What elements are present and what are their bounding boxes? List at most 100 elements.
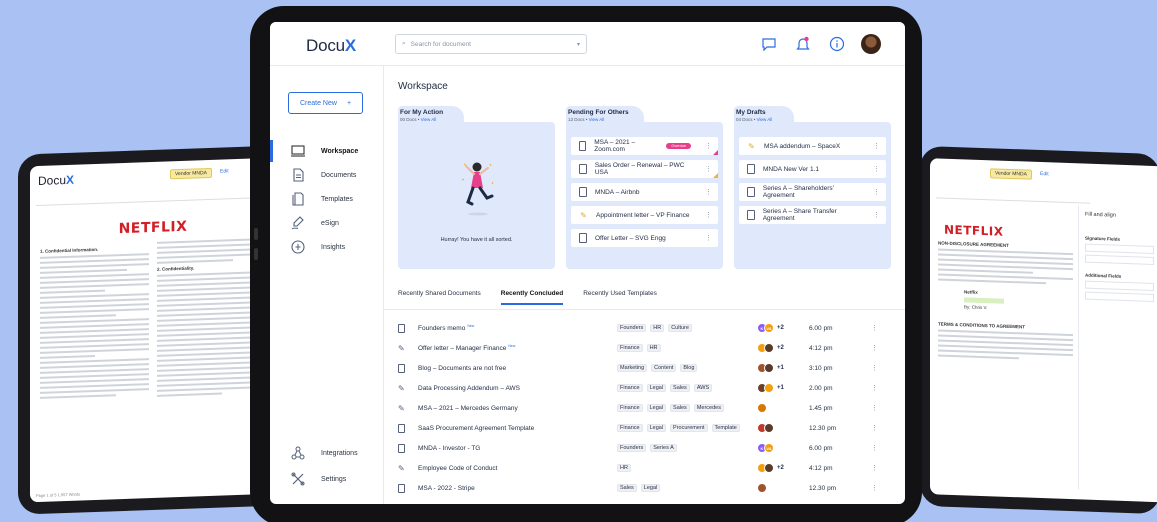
view-all-link[interactable]: View All (589, 117, 605, 122)
collaborators[interactable]: +2 (757, 463, 809, 473)
view-all-link[interactable]: View All (757, 117, 773, 122)
tag-chip[interactable]: AWS (693, 384, 713, 392)
list-item[interactable]: MNDA New Ver 1.1 ⋮ (739, 160, 886, 178)
tag-chip[interactable]: Legal (646, 384, 667, 392)
more-icon[interactable]: ⋮ (873, 211, 880, 219)
tag-chip[interactable]: Sales (617, 484, 637, 492)
user-avatar[interactable] (861, 34, 881, 54)
table-row[interactable]: ✎ Employee Code of Conduct HR +2 4:12 pm ⋮ (398, 458, 894, 478)
sidebar-item-documents[interactable]: Documents (290, 167, 356, 183)
tag-chip[interactable]: Finance (617, 404, 643, 412)
field-chip[interactable] (1085, 254, 1154, 265)
list-item[interactable]: Series A – Shareholders' Agreement ⋮ (739, 183, 886, 201)
signature-field[interactable] (964, 297, 1004, 304)
chat-icon[interactable] (759, 34, 779, 54)
tag-chip[interactable]: Marketing (617, 364, 648, 372)
list-item[interactable]: MNDA – Airbnb ⋮ (571, 183, 718, 201)
tag-chip[interactable]: Legal (646, 424, 667, 432)
list-item[interactable]: ✎ Appointment letter – VP Finance ⋮ (571, 206, 718, 224)
tag-chip[interactable]: Blog (680, 364, 698, 372)
more-icon[interactable]: ⋮ (705, 234, 712, 242)
info-icon[interactable] (827, 34, 847, 54)
more-icon[interactable]: ⋮ (705, 188, 712, 196)
field-chip[interactable] (1085, 243, 1154, 254)
collaborators[interactable]: K VA (757, 443, 809, 453)
collaborators[interactable]: +1 (757, 383, 809, 393)
row-name[interactable]: Blog – Documents are not free (412, 365, 617, 372)
more-icon[interactable]: ⋮ (871, 344, 878, 352)
tag-chip[interactable]: Founders (617, 324, 647, 332)
tag-chip[interactable]: HR (646, 344, 661, 352)
collaborators[interactable]: +2 (757, 343, 809, 353)
tag-chip[interactable]: Finance (617, 344, 643, 352)
tag-chip[interactable]: Founders (617, 444, 647, 452)
tag-chip[interactable]: Culture (668, 324, 692, 332)
app-logo[interactable]: DocuX (306, 36, 356, 56)
list-item[interactable]: Sales Order – Renewal – PWC USA ⋮ (571, 160, 718, 178)
more-icon[interactable]: ⋮ (871, 364, 878, 372)
collaborators[interactable]: K VA +2 (757, 323, 809, 333)
sidebar-item-workspace[interactable]: Workspace (290, 143, 358, 159)
collaborators[interactable] (757, 483, 809, 493)
table-row[interactable]: ✎ Data Processing Addendum – AWS Finance Le… (398, 378, 894, 398)
search-input[interactable]: ⌕ Search for document ▾ (395, 34, 587, 54)
tag-chip[interactable]: Legal (640, 484, 661, 492)
list-item[interactable]: Series A – Share Transfer Agreement ⋮ (739, 206, 886, 224)
more-icon[interactable]: ⋮ (873, 188, 880, 196)
row-name[interactable]: Employee Code of Conduct (412, 465, 617, 472)
row-name[interactable]: Offer letter – Manager Finance (418, 345, 506, 352)
tag-chip[interactable]: HR (617, 464, 631, 472)
tag-chip[interactable]: Mercedes (693, 404, 724, 412)
more-icon[interactable]: ⋮ (705, 165, 712, 173)
more-icon[interactable]: ⋮ (871, 404, 878, 412)
collaborators[interactable] (757, 403, 809, 413)
sidebar-item-esign[interactable]: eSign (290, 215, 339, 231)
tag-chip[interactable]: Finance (617, 424, 643, 432)
more-icon[interactable]: ⋮ (873, 142, 880, 150)
tag-chip[interactable]: Series A (650, 444, 677, 452)
tab-recently-used-templates[interactable]: Recently Used Templates (583, 290, 657, 305)
sidebar-item-integrations[interactable]: Integrations (290, 445, 358, 461)
tag-chip[interactable]: Finance (617, 384, 643, 392)
chevron-down-icon[interactable]: ▾ (577, 41, 580, 48)
more-icon[interactable]: ⋮ (871, 444, 878, 452)
row-name[interactable]: SaaS Procurement Agreement Template (412, 425, 617, 432)
table-row[interactable]: ✎ MSA – 2021 – Mercedes Germany Finance Leg… (398, 398, 894, 418)
tab-recently-concluded[interactable]: Recently Concluded (500, 290, 564, 305)
tag-chip[interactable]: HR (650, 324, 665, 332)
tag-chip[interactable]: Procurement (670, 424, 708, 432)
more-icon[interactable]: ⋮ (871, 464, 878, 472)
tag-chip[interactable]: Legal (646, 404, 667, 412)
edit-link[interactable]: Edit (1040, 171, 1049, 177)
create-new-button[interactable]: Create New + (288, 92, 363, 114)
tag-chip[interactable]: Sales (670, 404, 690, 412)
row-name[interactable]: MSA - 2022 - Stripe (412, 485, 617, 492)
view-all-link[interactable]: View All (421, 117, 437, 122)
table-row[interactable]: SaaS Procurement Agreement Template Finan… (398, 418, 894, 438)
collaborators[interactable]: +1 (757, 363, 809, 373)
list-item[interactable]: ✎ MSA addendum – SpaceX ⋮ (739, 137, 886, 155)
more-icon[interactable]: ⋮ (871, 424, 878, 432)
row-name[interactable]: Founders memo (418, 325, 465, 332)
field-chip[interactable] (1085, 280, 1154, 291)
edit-link[interactable]: Edit (220, 168, 229, 174)
tag-chip[interactable]: Template (711, 424, 740, 432)
sidebar-item-insights[interactable]: Insights (290, 239, 345, 255)
bell-icon[interactable] (793, 34, 813, 54)
sidebar-item-settings[interactable]: Settings (290, 471, 346, 487)
more-icon[interactable]: ⋮ (871, 324, 878, 332)
more-icon[interactable]: ⋮ (871, 484, 878, 492)
more-icon[interactable]: ⋮ (705, 211, 712, 219)
tab-recently-shared[interactable]: Recently Shared Documents (398, 290, 481, 305)
more-icon[interactable]: ⋮ (705, 142, 712, 150)
list-item[interactable]: Offer Letter – SVG Engg ⋮ (571, 229, 718, 247)
table-row[interactable]: MSA - 2022 - Stripe Sales Legal 12.30 pm ⋮ (398, 478, 894, 498)
collaborators[interactable] (757, 423, 809, 433)
table-row[interactable]: Blog – Documents are not free Marketing Co… (398, 358, 894, 378)
table-row[interactable]: ✎ Offer letter – Manager Finance New Financ… (398, 338, 894, 358)
more-icon[interactable]: ⋮ (871, 384, 878, 392)
tag-chip[interactable]: Content (651, 364, 677, 372)
row-name[interactable]: Data Processing Addendum – AWS (412, 385, 617, 392)
table-row[interactable]: MNDA - Investor - TG Founders Series A K VA 6… (398, 438, 894, 458)
sidebar-item-templates[interactable]: Templates (290, 191, 353, 207)
